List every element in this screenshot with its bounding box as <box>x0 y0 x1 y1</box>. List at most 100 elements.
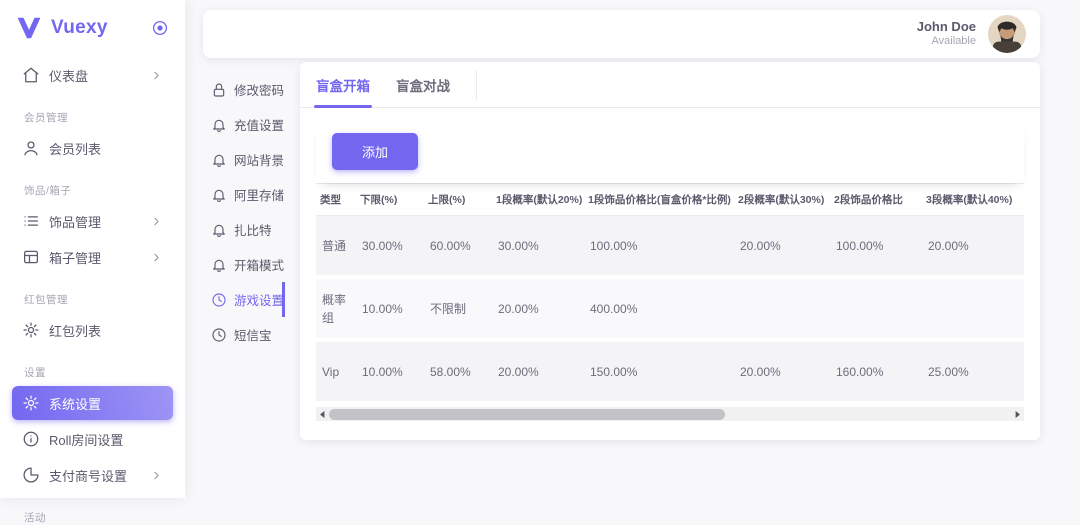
main-content-card: 盲盒开箱 盲盒对战 添加 类型 下限(%) 上限(%) 1段概率(默认20%) … <box>300 62 1040 440</box>
submenu-item-label: 开箱模式 <box>234 255 284 274</box>
chevron-right-icon <box>150 69 163 82</box>
avatar[interactable] <box>988 15 1026 53</box>
sidebar-item-box-management[interactable]: 箱子管理 <box>12 240 173 274</box>
submenu-item-site-background[interactable]: 网站背景 <box>211 142 285 177</box>
cell: 20.00% <box>734 342 830 405</box>
cell-type: Vip <box>316 342 356 405</box>
cell: 150.00% <box>584 342 734 405</box>
sidebar-section-members: 会员管理 <box>24 110 173 125</box>
sidebar-item-roll-room-settings[interactable]: Roll房间设置 <box>12 422 173 456</box>
bell-icon <box>211 117 227 133</box>
chevron-right-icon <box>150 215 163 228</box>
lock-icon <box>211 82 227 98</box>
sidebar-item-dashboard[interactable]: 仪表盘 <box>12 58 173 92</box>
sidebar-item-label: 饰品管理 <box>49 212 141 231</box>
chevron-right-icon <box>150 469 163 482</box>
cell: 100.00% <box>584 216 734 279</box>
sidebar-item-system-settings[interactable]: 系统设置 <box>12 386 173 420</box>
bell-icon <box>211 187 227 203</box>
clock-icon <box>211 292 227 308</box>
cell: 30.00% <box>492 216 584 279</box>
table-toolbar: 添加 <box>316 120 1024 183</box>
sidebar-section-redpacket: 红包管理 <box>24 292 173 307</box>
submenu-item-label: 网站背景 <box>234 150 284 169</box>
sidebar-item-label: 系统设置 <box>49 394 163 413</box>
submenu-item-sms-service[interactable]: 短信宝 <box>211 317 285 352</box>
top-header: John Doe Available <box>203 10 1040 58</box>
column-header: 下限(%) <box>356 183 424 216</box>
sidebar-item-label: 箱子管理 <box>49 248 141 267</box>
cell: 20.00% <box>734 216 830 279</box>
submenu-item-recharge-settings[interactable]: 充值设置 <box>211 107 285 142</box>
submenu-item-ali-storage[interactable]: 阿里存储 <box>211 177 285 212</box>
cell: 160.00% <box>830 342 922 405</box>
sidebar-item-label: Roll房间设置 <box>49 430 163 449</box>
tab-blindbox-open[interactable]: 盲盒开箱 <box>316 62 370 108</box>
scroll-right-arrow-icon[interactable] <box>1011 408 1024 421</box>
cell: 20.00% <box>492 342 584 405</box>
cell-type: 概率组 <box>316 279 356 342</box>
add-button[interactable]: 添加 <box>332 133 418 170</box>
sidebar-item-label: 仪表盘 <box>49 66 141 85</box>
sidebar-pin-toggle-icon[interactable] <box>151 19 169 37</box>
scrollbar-track[interactable] <box>329 407 1011 421</box>
user-name: John Doe <box>917 19 976 35</box>
cell: 10.00% <box>356 342 424 405</box>
gear-icon <box>22 321 40 339</box>
logo-row: Vuexy <box>12 0 173 56</box>
sidebar-item-label: 红包列表 <box>49 321 163 340</box>
user-status: Available <box>917 35 976 49</box>
submenu-item-zbt[interactable]: 扎比特 <box>211 212 285 247</box>
submenu-item-unbox-mode[interactable]: 开箱模式 <box>211 247 285 282</box>
home-icon <box>22 66 40 84</box>
sidebar-item-label: 支付商号设置 <box>49 466 141 485</box>
table-row: Vip 10.00% 58.00% 20.00% 150.00% 20.00% … <box>316 342 1024 405</box>
column-header: 2段饰品价格比 <box>830 183 922 216</box>
column-header: 3段概率(默认40%) <box>922 183 1024 216</box>
cell-type: 普通 <box>316 216 356 279</box>
bell-icon <box>211 152 227 168</box>
submenu-item-label: 充值设置 <box>234 115 284 134</box>
sidebar-item-item-management[interactable]: 饰品管理 <box>12 204 173 238</box>
submenu-item-label: 修改密码 <box>234 80 284 99</box>
cell: 100.00% <box>830 216 922 279</box>
table-row: 普通 30.00% 60.00% 30.00% 100.00% 20.00% 1… <box>316 216 1024 279</box>
cell: 20.00% <box>922 216 1024 279</box>
tab-blindbox-battle[interactable]: 盲盒对战 <box>396 62 450 108</box>
sidebar-item-label: 会员列表 <box>49 139 163 158</box>
column-header: 2段概率(默认30%) <box>734 183 830 216</box>
submenu-item-change-password[interactable]: 修改密码 <box>211 72 285 107</box>
submenu-item-label: 扎比特 <box>234 220 272 239</box>
cell: 20.00% <box>492 279 584 342</box>
brand-name: Vuexy <box>51 17 142 39</box>
column-header: 1段概率(默认20%) <box>492 183 584 216</box>
scroll-left-arrow-icon[interactable] <box>316 408 329 421</box>
horizontal-scrollbar[interactable] <box>316 407 1024 421</box>
submenu-item-label: 短信宝 <box>234 325 272 344</box>
sidebar-item-member-list[interactable]: 会员列表 <box>12 131 173 165</box>
sidebar: Vuexy 仪表盘 会员管理 会员列表 饰品/箱子 饰品管理 箱子管理 红包管理… <box>0 0 185 498</box>
submenu-item-game-settings[interactable]: 游戏设置 <box>211 282 285 317</box>
cell <box>830 279 922 342</box>
sidebar-section-items-boxes: 饰品/箱子 <box>24 183 173 198</box>
user-icon <box>22 139 40 157</box>
sidebar-item-redpacket-list[interactable]: 红包列表 <box>12 313 173 347</box>
box-icon <box>22 248 40 266</box>
scrollbar-thumb[interactable] <box>329 409 725 420</box>
tab-bar: 盲盒开箱 盲盒对战 <box>300 62 1040 108</box>
cell: 400.00% <box>584 279 734 342</box>
gear-icon <box>22 394 40 412</box>
settings-table: 类型 下限(%) 上限(%) 1段概率(默认20%) 1段饰品价格比(盲盒价格*… <box>316 183 1024 405</box>
cell: 58.00% <box>424 342 492 405</box>
sidebar-item-payment-merchant-settings[interactable]: 支付商号设置 <box>12 458 173 492</box>
submenu-item-label: 阿里存储 <box>234 185 284 204</box>
pie-chart-icon <box>22 466 40 484</box>
cell: 30.00% <box>356 216 424 279</box>
sidebar-section-activity: 活动 <box>24 510 173 525</box>
clock-icon <box>211 327 227 343</box>
submenu-item-label: 游戏设置 <box>234 290 284 309</box>
user-meta: John Doe Available <box>917 19 976 49</box>
cell: 60.00% <box>424 216 492 279</box>
column-header: 上限(%) <box>424 183 492 216</box>
bell-icon <box>211 257 227 273</box>
